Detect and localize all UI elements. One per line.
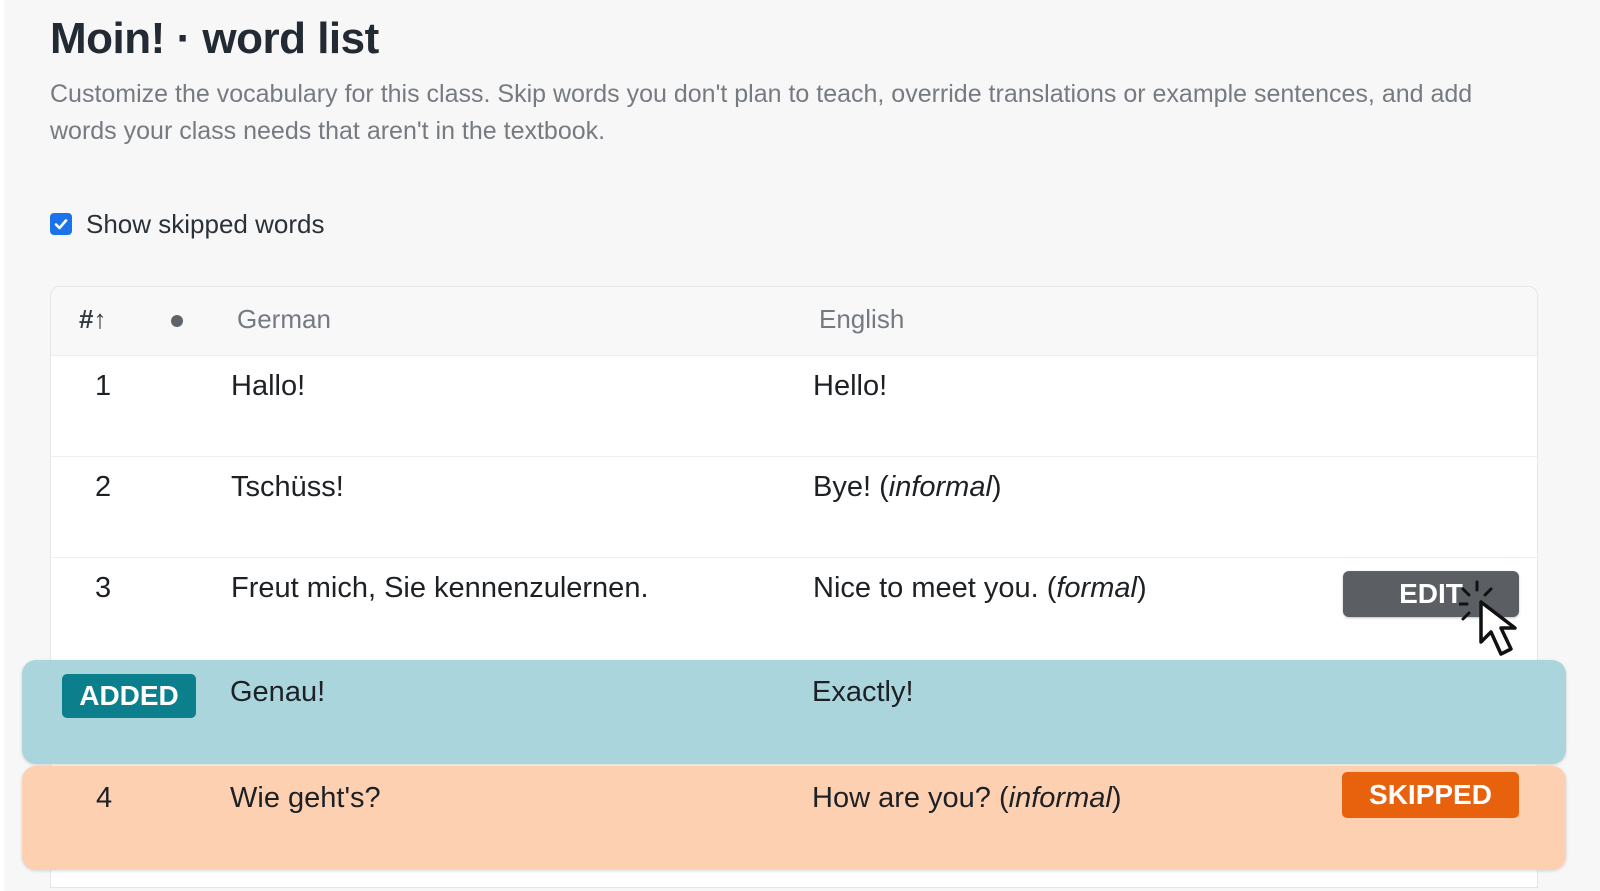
show-skipped-label: Show skipped words	[86, 208, 325, 239]
german-word: Freut mich, Sie kennenzulernen.	[231, 572, 649, 604]
check-icon	[54, 219, 68, 230]
german-word: Genau!	[230, 676, 326, 708]
word-list-page: Moin! · word list Customize the vocabula…	[4, 0, 1600, 891]
column-number-sort[interactable]: #↑	[79, 304, 106, 335]
table-header: #↑ German English	[51, 287, 1537, 355]
english-translation: Bye! (informal)	[813, 471, 1002, 503]
show-skipped-checkbox[interactable]	[50, 213, 72, 235]
page-description: Customize the vocabulary for this class.…	[50, 80, 1473, 145]
english-translation: Exactly!	[812, 676, 914, 708]
skipped-badge: SKIPPED	[1342, 772, 1519, 818]
show-skipped-toggle[interactable]: Show skipped words	[50, 206, 324, 242]
row-number: 3	[95, 572, 112, 604]
english-translation: How are you? (informal)	[812, 782, 1122, 814]
row-number: 2	[95, 471, 112, 503]
skipped-word-row[interactable]: 4 Wie geht's? How are you? (informal) SK…	[22, 766, 1566, 870]
english-translation: Hello!	[813, 370, 888, 402]
german-word: Hallo!	[231, 370, 306, 402]
german-word: Tschüss!	[231, 471, 344, 503]
column-english: English	[819, 304, 905, 334]
german-word: Wie geht's?	[230, 782, 381, 814]
english-translation: Nice to meet you. (formal)	[813, 572, 1147, 604]
table-row[interactable]: 2 Tschüss! Bye! (informal)	[51, 456, 1537, 558]
edit-button[interactable]: EDIT	[1343, 571, 1519, 617]
added-word-row[interactable]: ADDED Genau! Exactly!	[22, 660, 1566, 764]
added-badge: ADDED	[62, 674, 196, 718]
table-row[interactable]: 3 Freut mich, Sie kennenzulernen. Nice t…	[51, 557, 1537, 659]
table-row[interactable]: 1 Hallo! Hello!	[51, 355, 1537, 457]
column-german: German	[237, 304, 331, 334]
row-number: 4	[96, 782, 113, 814]
page-title: Moin! · word list	[50, 14, 379, 63]
row-number: 1	[95, 370, 112, 402]
dot-icon	[171, 315, 183, 327]
